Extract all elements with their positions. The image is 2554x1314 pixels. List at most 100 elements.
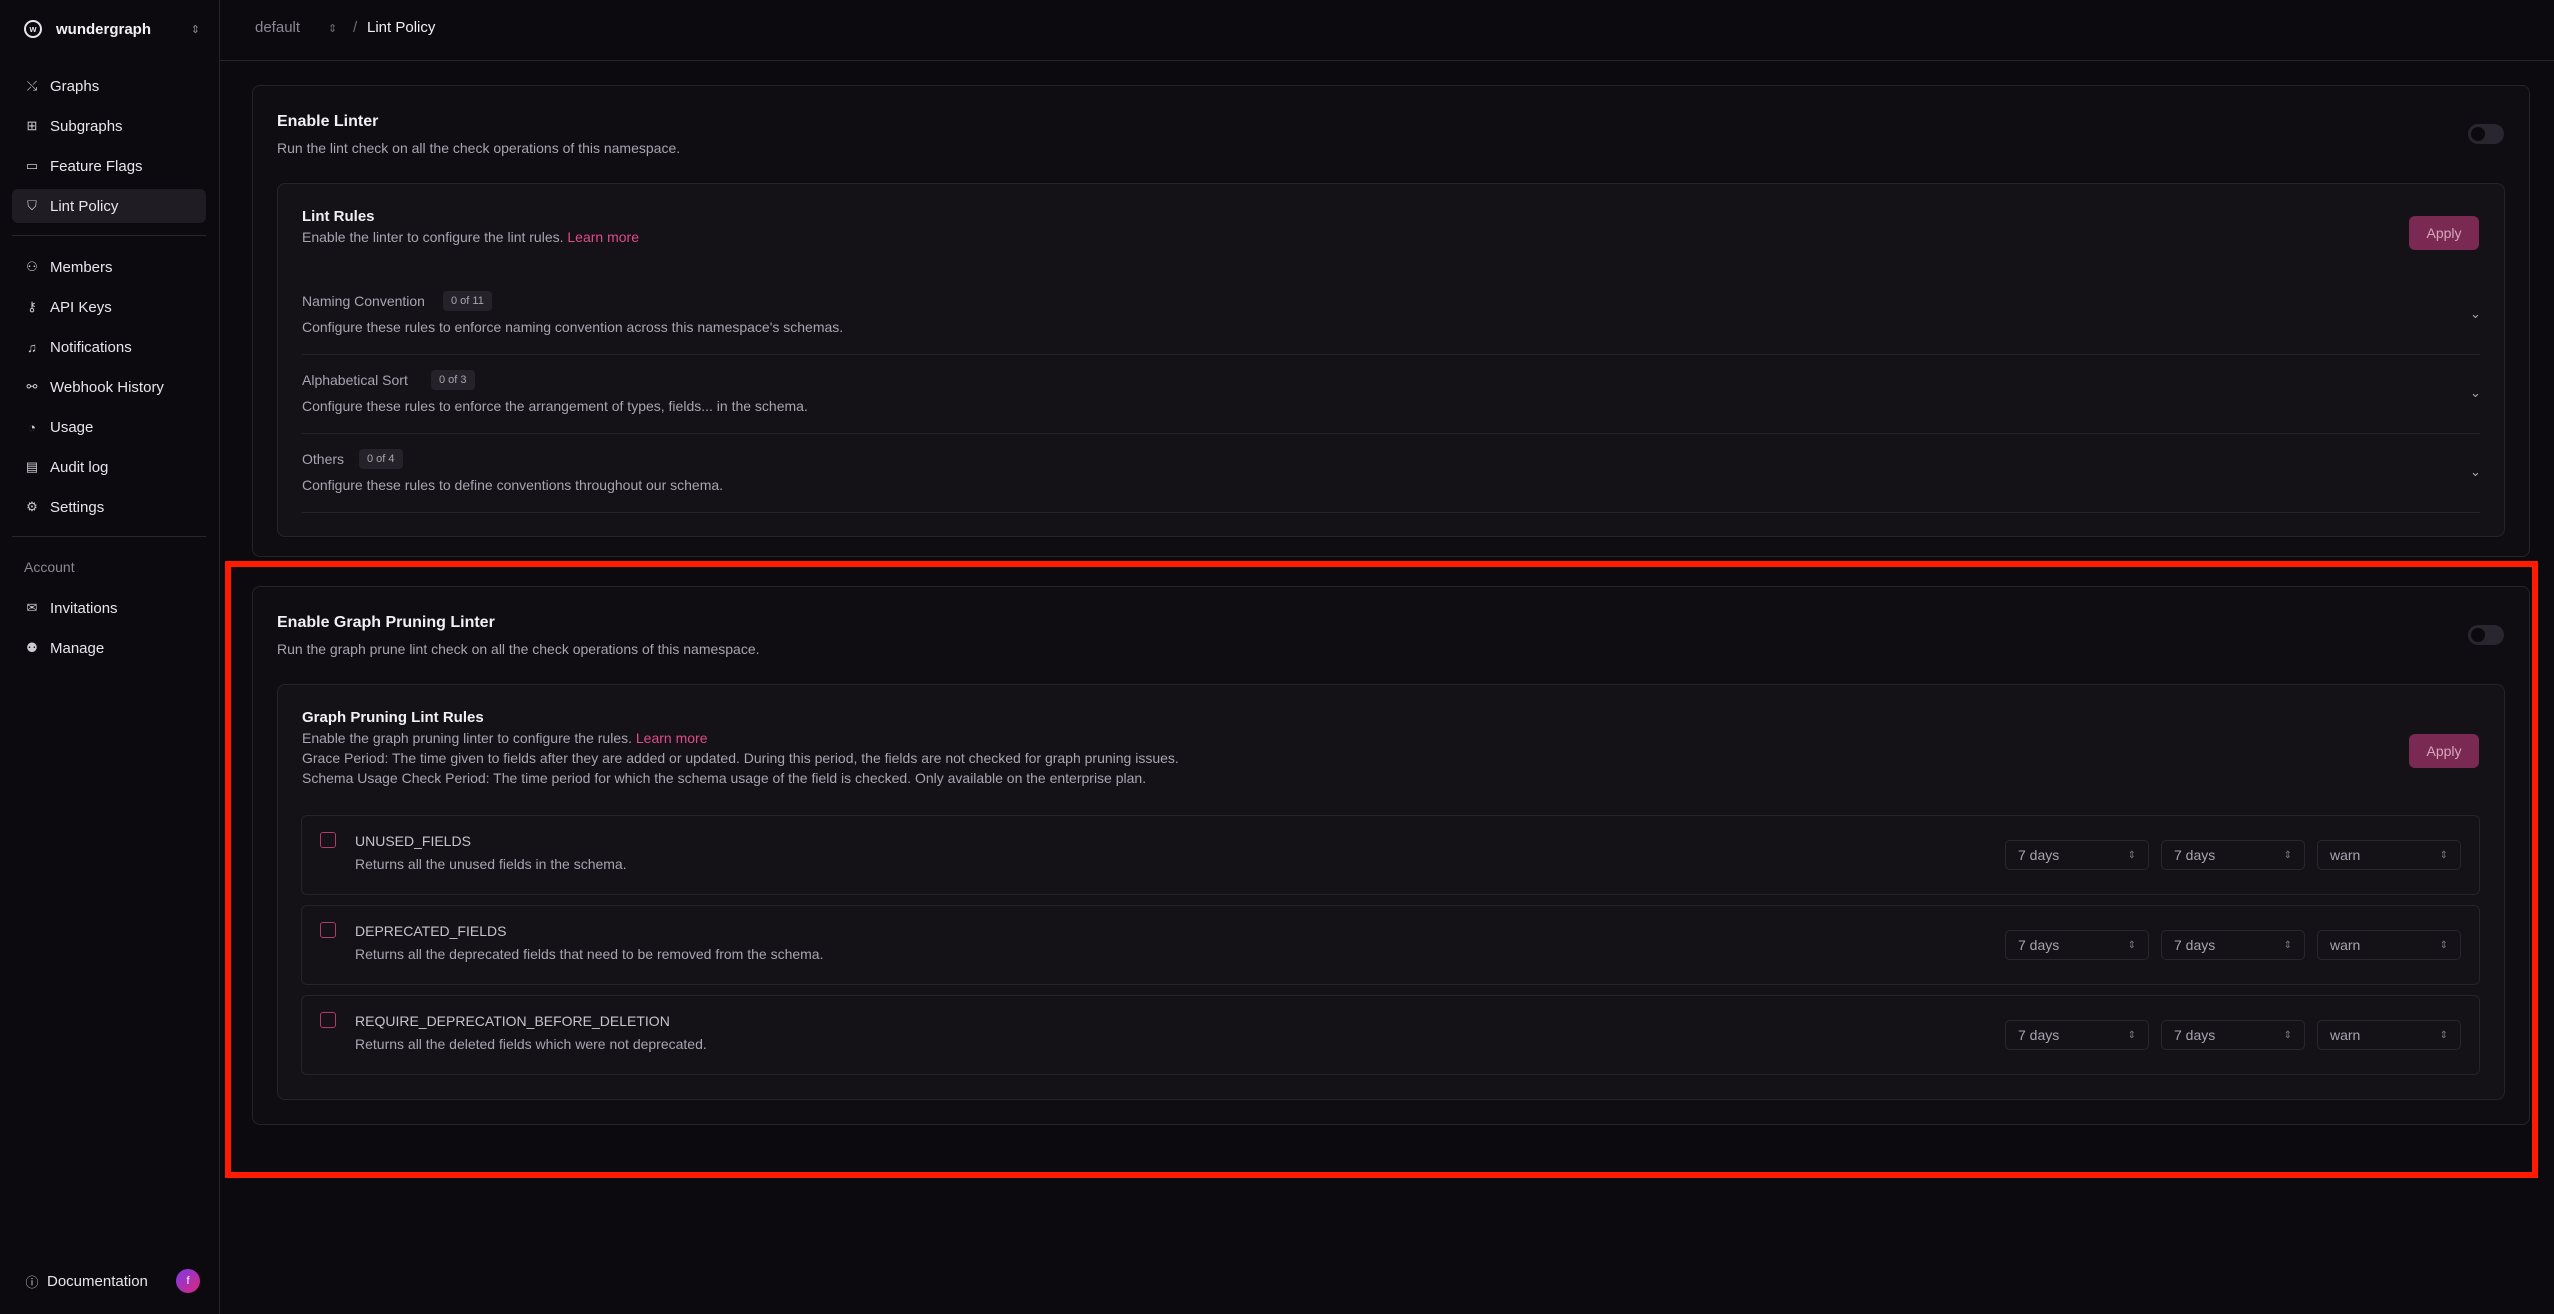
sidebar-item-webhook-history[interactable]: ⚯ Webhook History	[12, 370, 206, 404]
severity-select[interactable]: warn ⇕	[2317, 1020, 2461, 1050]
sidebar-item-manage[interactable]: ⚉ Manage	[12, 631, 206, 665]
pruning-toggle[interactable]	[2468, 625, 2504, 645]
chevron-updown-icon: ⇕	[2127, 1029, 2136, 1041]
sidebar-item-label: Settings	[50, 498, 105, 516]
avatar[interactable]: f	[176, 1269, 200, 1293]
rule-checkbox[interactable]	[320, 1012, 336, 1028]
pruning-description: Run the graph prune lint check on all th…	[277, 641, 760, 657]
sidebar-item-notifications[interactable]: ♫ Notifications	[12, 330, 206, 364]
usage-period-select[interactable]: 7 days ⇕	[2161, 1020, 2305, 1050]
learn-more-link[interactable]: Learn more	[567, 229, 639, 245]
users-icon: ⚇	[26, 259, 38, 274]
gear-icon: ⚙	[26, 499, 38, 514]
usage-period-note: Schema Usage Check Period: The time peri…	[302, 770, 1147, 786]
rule-count-badge: 0 of 11	[443, 291, 492, 311]
sidebar-item-label: Manage	[50, 639, 105, 657]
sidebar-item-label: Usage	[50, 418, 94, 436]
user-cog-icon: ⚉	[26, 640, 38, 655]
severity-select[interactable]: warn ⇕	[2317, 930, 2461, 960]
shield-icon: ⛉	[27, 198, 37, 213]
sidebar-item-label: API Keys	[50, 298, 112, 316]
chevron-updown-icon: ⇕	[2283, 849, 2292, 861]
sidebar-item-api-keys[interactable]: ⚷ API Keys	[12, 290, 206, 324]
grace-period-note: Grace Period: The time given to fields a…	[302, 750, 1179, 766]
chevron-updown-icon: ⇕	[2439, 939, 2448, 951]
rule-checkbox[interactable]	[320, 922, 336, 938]
grace-period-select[interactable]: 7 days ⇕	[2005, 930, 2149, 960]
chart-icon: ◔	[28, 419, 36, 435]
documentation-link[interactable]: ⓘ Documentation f	[24, 1269, 200, 1293]
pruning-rules-title: Graph Pruning Lint Rules	[302, 709, 484, 726]
usage-period-select[interactable]: 7 days ⇕	[2161, 930, 2305, 960]
linter-card: Enable Linter Run the lint check on all …	[252, 85, 2530, 557]
org-switcher[interactable]: w wundergraph ⇕	[24, 18, 200, 40]
rule-row-unused-fields: UNUSED_FIELDS Returns all the unused fie…	[301, 815, 2480, 895]
chevron-updown-icon: ⇕	[2283, 939, 2292, 951]
select-value: warn	[2330, 937, 2361, 953]
apply-button[interactable]: Apply	[2409, 734, 2479, 768]
key-icon: ⚷	[27, 299, 37, 314]
chevron-down-icon[interactable]: ⌄	[2470, 385, 2481, 401]
namespace-selector[interactable]: default	[255, 19, 300, 36]
chevron-down-icon[interactable]: ⌄	[2470, 464, 2481, 480]
bell-icon: ♫	[27, 339, 37, 355]
sidebar-item-invitations[interactable]: ✉ Invitations	[12, 591, 206, 625]
lint-rules-desc-text: Enable the linter to configure the lint …	[302, 229, 564, 245]
rule-desc: Returns all the deprecated fields that n…	[355, 946, 824, 962]
pruning-rules-desc-text: Enable the graph pruning linter to confi…	[302, 730, 632, 746]
sidebar-item-usage[interactable]: ◔ Usage	[12, 410, 206, 444]
page-title: Lint Policy	[367, 19, 436, 36]
severity-select[interactable]: warn ⇕	[2317, 840, 2461, 870]
sidebar-item-audit-log[interactable]: ▤ Audit log	[12, 450, 206, 484]
lint-rules-panel: Lint Rules Enable the linter to configur…	[277, 183, 2505, 537]
sidebar-item-label: Lint Policy	[50, 197, 119, 215]
chevron-updown-icon: ⇕	[2439, 1029, 2448, 1041]
org-name: wundergraph	[56, 20, 152, 38]
rule-desc: Returns all the deleted fields which wer…	[355, 1036, 707, 1052]
lint-rules-desc: Enable the linter to configure the lint …	[302, 229, 639, 245]
chevron-down-icon[interactable]: ⌄	[2470, 306, 2481, 322]
linter-toggle[interactable]	[2468, 124, 2504, 144]
sidebar-item-graphs[interactable]: ⤯ Graphs	[12, 69, 206, 103]
learn-more-link[interactable]: Learn more	[636, 730, 708, 746]
rule-desc: Returns all the unused fields in the sch…	[355, 856, 627, 872]
rule-group-name[interactable]: Alphabetical Sort	[302, 372, 408, 388]
grid-icon: ⊞	[26, 118, 38, 133]
row-divider	[302, 512, 2480, 513]
rule-group-name[interactable]: Naming Convention	[302, 293, 425, 309]
usage-period-select[interactable]: 7 days ⇕	[2161, 840, 2305, 870]
graph-icon: ⤯	[26, 78, 38, 93]
mail-icon: ✉	[26, 600, 38, 615]
select-value: 7 days	[2174, 937, 2216, 953]
flag-icon: ▭	[25, 158, 39, 173]
rule-row-deprecated-fields: DEPRECATED_FIELDS Returns all the deprec…	[301, 905, 2480, 985]
row-divider	[302, 433, 2480, 434]
select-value: 7 days	[2174, 847, 2216, 863]
file-search-icon: ▤	[25, 459, 39, 474]
select-value: 7 days	[2018, 847, 2060, 863]
apply-button[interactable]: Apply	[2409, 216, 2479, 250]
sidebar-item-lint-policy[interactable]: ⛉ Lint Policy	[12, 189, 206, 223]
wundergraph-logo-icon: w	[24, 20, 42, 38]
sidebar-item-feature-flags[interactable]: ▭ Feature Flags	[12, 149, 206, 183]
chevron-updown-icon: ⇕	[2283, 1029, 2292, 1041]
sidebar-item-subgraphs[interactable]: ⊞ Subgraphs	[12, 109, 206, 143]
select-value: warn	[2330, 1027, 2361, 1043]
help-circle-icon: ⓘ	[25, 1274, 39, 1290]
sidebar-item-members[interactable]: ⚇ Members	[12, 250, 206, 284]
rule-group-name[interactable]: Others	[302, 451, 344, 467]
chevron-updown-icon: ⇕	[2439, 849, 2448, 861]
grace-period-select[interactable]: 7 days ⇕	[2005, 1020, 2149, 1050]
sidebar-item-settings[interactable]: ⚙ Settings	[12, 490, 206, 524]
sidebar: w wundergraph ⇕ ⤯ Graphs ⊞ Subgraphs ▭ F…	[0, 0, 220, 1314]
row-divider	[302, 354, 2480, 355]
linter-title: Enable Linter	[277, 113, 379, 130]
chevron-updown-icon: ⇕	[2127, 849, 2136, 861]
chevron-updown-icon[interactable]: ⇕	[328, 22, 337, 35]
grace-period-select[interactable]: 7 days ⇕	[2005, 840, 2149, 870]
pruning-title: Enable Graph Pruning Linter	[277, 614, 495, 631]
rule-checkbox[interactable]	[320, 832, 336, 848]
chevron-updown-icon: ⇕	[2127, 939, 2136, 951]
sidebar-divider	[12, 235, 206, 236]
sidebar-item-label: Invitations	[50, 599, 118, 617]
